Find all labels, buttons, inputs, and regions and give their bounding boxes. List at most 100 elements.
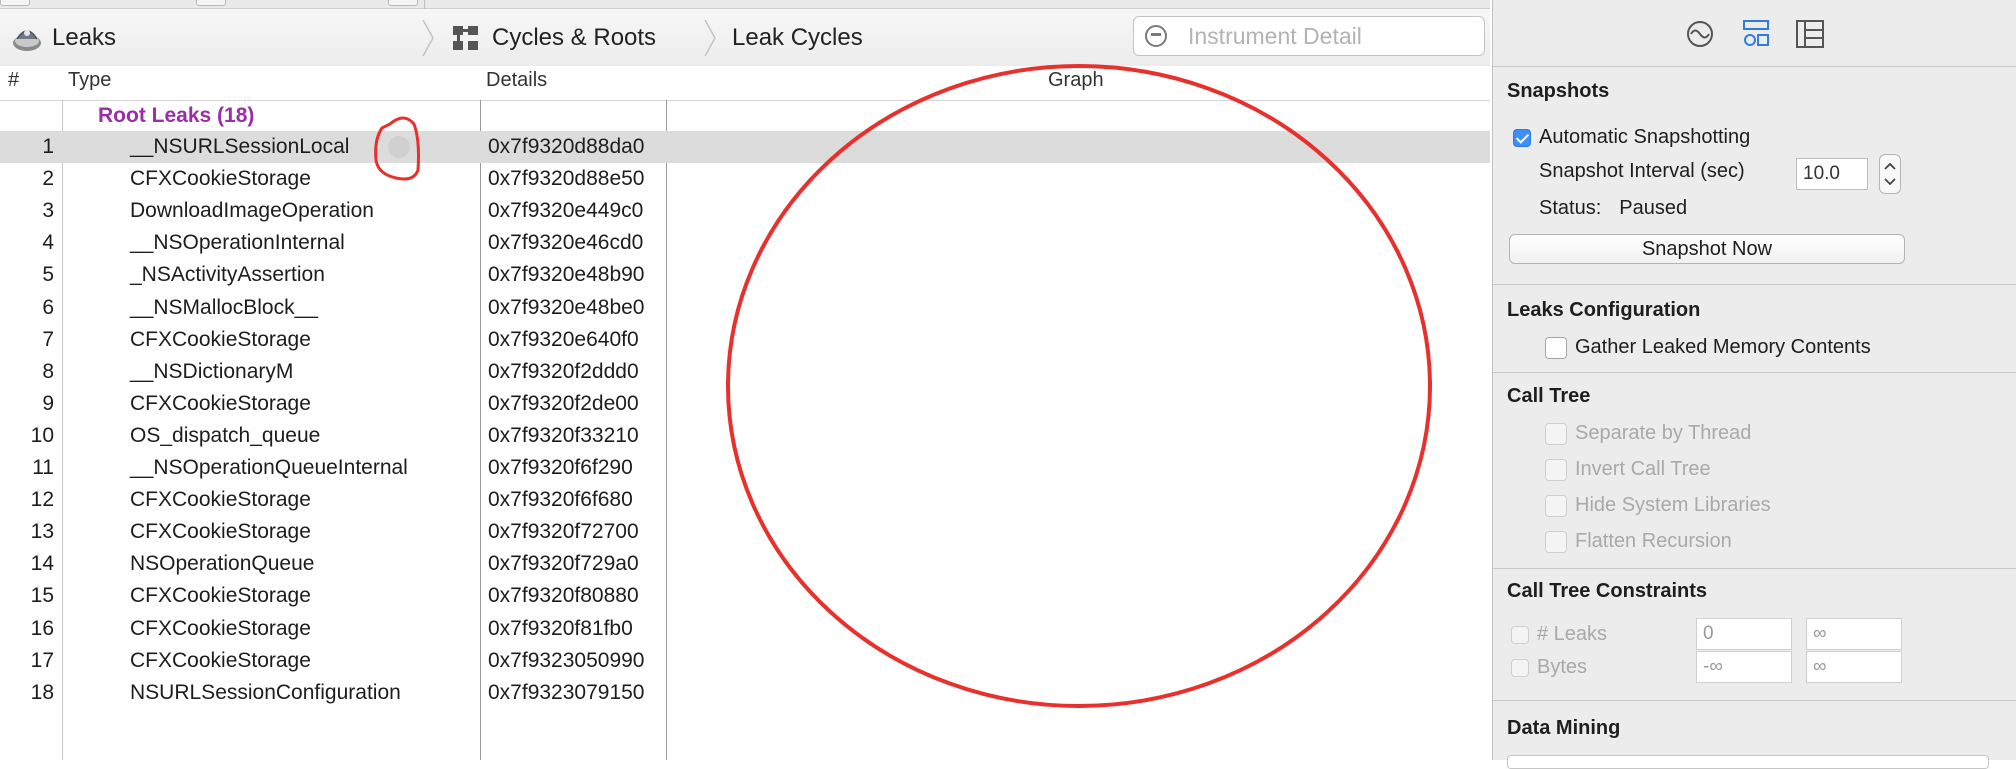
- row-details: 0x7f9320f72700: [488, 520, 639, 544]
- table-row[interactable]: 10 OS_dispatch_queue 0x7f9320f33210: [0, 420, 668, 452]
- table-row[interactable]: 8 __NSDictionaryM 0x7f9320f2ddd0: [0, 356, 668, 388]
- jumpbar-instrument[interactable]: Leaks: [10, 9, 116, 66]
- row-details: 0x7f9320f6f680: [488, 488, 633, 512]
- separate-by-thread-row[interactable]: Separate by Thread: [1545, 422, 1751, 445]
- status-value: Paused: [1619, 197, 1688, 219]
- table-row[interactable]: 5 _NSActivityAssertion 0x7f9320e48b90: [0, 259, 668, 291]
- row-type: __NSURLSessionLocal: [130, 135, 350, 158]
- bytes-max-field[interactable]: ∞: [1806, 651, 1902, 683]
- column-header-type[interactable]: Type: [68, 69, 111, 92]
- root-leaks-group[interactable]: Root Leaks (18): [98, 104, 254, 128]
- row-type: __NSOperationQueueInternal: [130, 456, 408, 479]
- row-number: 8: [42, 359, 54, 383]
- snapshot-now-button[interactable]: Snapshot Now: [1509, 234, 1905, 264]
- automatic-snapshotting-checkbox[interactable]: [1513, 128, 1531, 147]
- table-row[interactable]: 3 DownloadImageOperation 0x7f9320e449c0: [0, 195, 668, 227]
- instrument-detail-input[interactable]: [1186, 21, 1480, 51]
- column-header-details[interactable]: Details: [486, 69, 547, 92]
- hide-system-libraries-label: Hide System Libraries: [1575, 494, 1771, 516]
- leaks-constraint-checkbox[interactable]: [1511, 625, 1529, 644]
- jumpbar-separator-icon: [421, 18, 435, 58]
- row-details: 0x7f9320f729a0: [488, 552, 639, 576]
- gather-leaked-memory-checkbox[interactable]: [1545, 336, 1567, 359]
- row-type: __NSDictionaryM: [130, 359, 294, 383]
- jumpbar-view[interactable]: Cycles & Roots: [452, 9, 656, 66]
- section-divider: [1493, 568, 2016, 569]
- leaks-min-field[interactable]: 0: [1696, 618, 1792, 650]
- automatic-snapshotting-row[interactable]: Automatic Snapshotting: [1513, 126, 1750, 149]
- invert-call-tree-label: Invert Call Tree: [1575, 458, 1711, 480]
- flatten-recursion-row[interactable]: Flatten Recursion: [1545, 530, 1732, 553]
- bytes-constraint-row[interactable]: Bytes: [1511, 656, 1587, 679]
- row-type: CFXCookieStorage: [130, 648, 311, 672]
- row-number: 4: [42, 231, 54, 255]
- table-row[interactable]: 4 __NSOperationInternal 0x7f9320e46cd0: [0, 227, 668, 259]
- call-tree-constraints-title: Call Tree Constraints: [1507, 580, 1708, 602]
- toolbar-fragment: [388, 0, 418, 6]
- row-type: CFXCookieStorage: [130, 520, 311, 544]
- table-row[interactable]: 18 NSURLSessionConfiguration 0x7f932307915…: [0, 677, 668, 709]
- instrument-detail-search[interactable]: [1133, 16, 1485, 56]
- table-row[interactable]: 1 __NSURLSessionLocal 0x7f9320d88da0: [0, 131, 1490, 163]
- jumpbar-subview[interactable]: Leak Cycles: [732, 9, 863, 66]
- table-header: # Type Details Graph: [0, 66, 1490, 101]
- section-divider: [1493, 284, 2016, 285]
- jumpbar-subview-label: Leak Cycles: [732, 23, 863, 51]
- snapshot-interval-stepper[interactable]: [1879, 154, 1901, 194]
- snapshot-interval-field[interactable]: 10.0: [1796, 158, 1868, 190]
- display-settings-icon[interactable]: [1739, 18, 1773, 50]
- go-arrow-icon[interactable]: [388, 136, 410, 158]
- data-mining-field[interactable]: [1507, 755, 1989, 769]
- bytes-min-field[interactable]: -∞: [1696, 651, 1792, 683]
- row-type: CFXCookieStorage: [130, 391, 311, 415]
- table-row[interactable]: 15 CFXCookieStorage 0x7f9320f80880: [0, 580, 668, 612]
- table-row[interactable]: 11 __NSOperationQueueInternal 0x7f9320f6f2…: [0, 452, 668, 484]
- hide-system-libraries-checkbox[interactable]: [1545, 494, 1567, 517]
- column-header-num[interactable]: #: [8, 69, 19, 92]
- row-number: 2: [42, 167, 54, 191]
- table-row[interactable]: 14 NSOperationQueue 0x7f9320f729a0: [0, 548, 668, 580]
- table-row[interactable]: 12 CFXCookieStorage 0x7f9320f6f680: [0, 484, 668, 516]
- table-row[interactable]: 7 CFXCookieStorage 0x7f9320e640f0: [0, 324, 668, 356]
- row-details: 0x7f9320f81fb0: [488, 616, 633, 640]
- row-number: 6: [42, 295, 54, 319]
- record-settings-icon[interactable]: [1683, 18, 1717, 50]
- table-row[interactable]: 16 CFXCookieStorage 0x7f9320f81fb0: [0, 613, 668, 645]
- invert-call-tree-checkbox[interactable]: [1545, 458, 1567, 481]
- hide-system-libraries-row[interactable]: Hide System Libraries: [1545, 494, 1771, 517]
- toolbar-fragment: [196, 0, 226, 6]
- row-type: CFXCookieStorage: [130, 616, 311, 640]
- row-number: 11: [32, 456, 54, 479]
- separate-by-thread-checkbox[interactable]: [1545, 422, 1567, 445]
- table-row[interactable]: 17 CFXCookieStorage 0x7f9323050990: [0, 645, 668, 677]
- column-header-graph[interactable]: Graph: [1048, 69, 1104, 92]
- stepper-arrows-icon: [1884, 162, 1896, 186]
- gather-leaked-memory-row[interactable]: Gather Leaked Memory Contents: [1545, 336, 1871, 359]
- table-row[interactable]: 9 CFXCookieStorage 0x7f9320f2de00: [0, 388, 668, 420]
- leaks-constraint-row[interactable]: # Leaks: [1511, 623, 1607, 646]
- table-row[interactable]: 2 CFXCookieStorage 0x7f9320d88e50: [0, 163, 668, 195]
- row-number: 3: [42, 199, 54, 223]
- row-details: 0x7f9320e640f0: [488, 327, 639, 351]
- bytes-constraint-checkbox[interactable]: [1511, 658, 1529, 677]
- row-number: 16: [30, 616, 54, 640]
- jumpbar-instrument-label: Leaks: [52, 23, 117, 51]
- row-type: __NSOperationInternal: [130, 231, 345, 255]
- row-number: 14: [30, 552, 54, 576]
- flatten-recursion-label: Flatten Recursion: [1575, 530, 1732, 552]
- call-tree-title: Call Tree: [1507, 385, 1591, 407]
- leaks-max-field[interactable]: ∞: [1806, 618, 1902, 650]
- flatten-recursion-checkbox[interactable]: [1545, 530, 1567, 553]
- leaks-constraint-label: # Leaks: [1537, 623, 1608, 645]
- row-details: 0x7f9320d88e50: [488, 167, 645, 191]
- table-row[interactable]: 6 __NSMallocBlock__ 0x7f9320e48be0: [0, 292, 668, 324]
- cycles-roots-icon: [453, 25, 478, 50]
- separate-by-thread-label: Separate by Thread: [1575, 422, 1752, 444]
- table-row[interactable]: 13 CFXCookieStorage 0x7f9320f72700: [0, 516, 668, 548]
- extended-detail-icon[interactable]: [1793, 18, 1827, 50]
- row-details: 0x7f9320e46cd0: [488, 231, 644, 255]
- row-details: 0x7f9320f80880: [488, 584, 639, 608]
- invert-call-tree-row[interactable]: Invert Call Tree: [1545, 458, 1711, 481]
- row-details: 0x7f9320e48b90: [488, 263, 645, 287]
- jump-bar: Leaks Cycles & Roots Leak Cycles: [0, 9, 1490, 67]
